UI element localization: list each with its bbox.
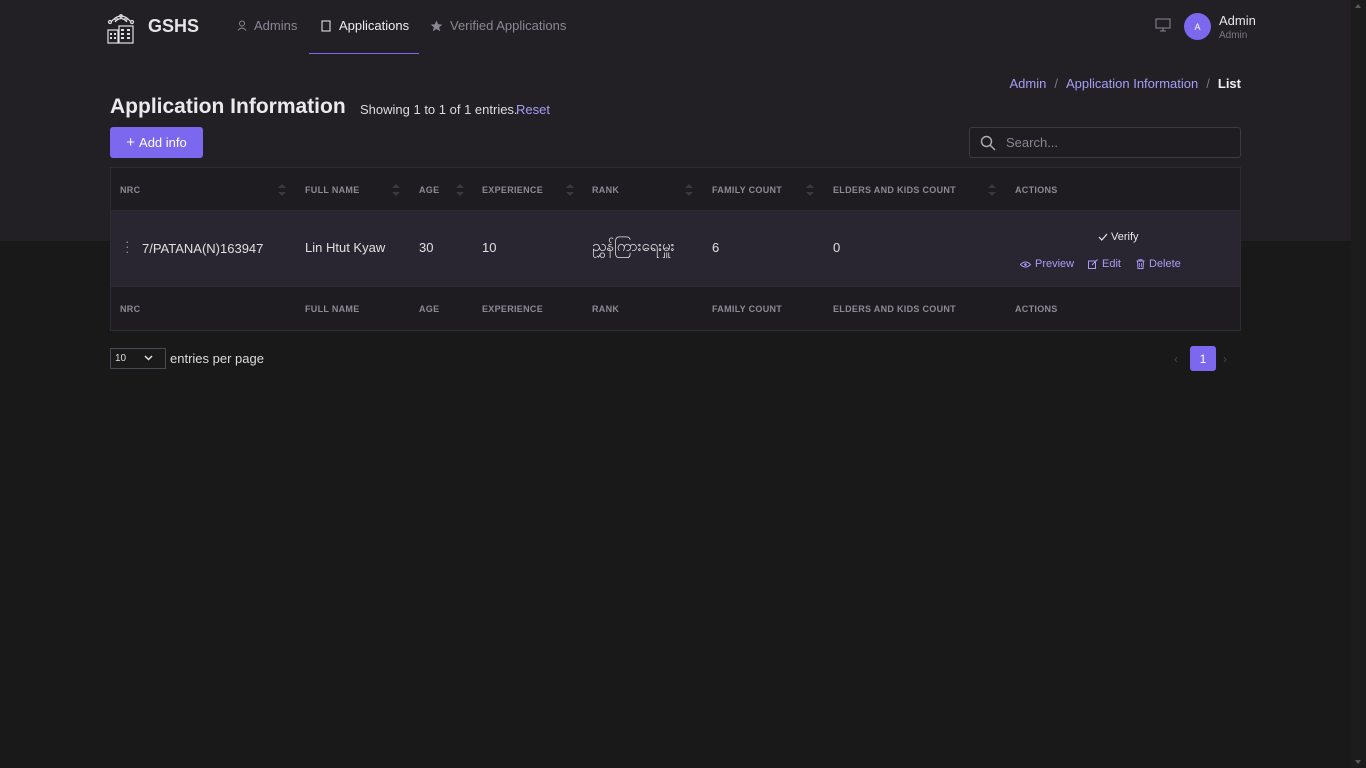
nav-item-label: Applications [339,18,410,33]
scroll-up-icon[interactable] [1355,4,1361,8]
sort-icon[interactable] [392,183,400,197]
per-page-label: entries per page [170,351,264,366]
nav-item-applications[interactable]: Applications [321,18,409,33]
search-icon [980,135,996,150]
footer-header-actions: ACTIONS [1015,304,1058,314]
footer-header-full-name: FULL NAME [305,304,360,314]
monitor-icon[interactable] [1155,18,1171,32]
column-header-rank[interactable]: RANK [592,185,619,195]
cell-experience: 10 [482,240,497,255]
preview-label: Preview [1035,258,1075,270]
check-icon [1098,233,1108,241]
page-title: Application Information [110,95,346,118]
column-header-age[interactable]: AGE [419,185,439,195]
breadcrumb-separator: / [1206,76,1210,91]
user-name[interactable]: Admin [1219,13,1256,28]
sort-icon[interactable] [278,183,286,197]
column-header-experience[interactable]: EXPERIENCE [482,185,543,195]
verify-label: Verify [1111,231,1139,243]
page-button-current[interactable]: 1 [1190,346,1216,371]
table-row[interactable]: · · · 7/PATANA(N)163947 Lin Htut Kyaw 30 1… [111,211,1240,286]
cell-age: 30 [419,240,434,255]
reset-link[interactable]: Reset [516,102,550,117]
sort-icon[interactable] [988,183,996,197]
search-input[interactable] [1006,135,1226,150]
document-icon [321,20,331,31]
breadcrumb-admin[interactable]: Admin [1010,76,1047,91]
column-header-nrc[interactable]: NRC [120,185,140,195]
top-navbar: GSHS Admins Applications Verified Applic… [0,0,1351,54]
cell-rank: ညွှန်ကြားရေးမှူး [592,238,675,255]
cell-family-count: 6 [712,240,720,255]
chevron-down-icon [144,355,153,361]
table-header: NRC FULL NAME AGE EXPERIENCE RANK FAMILY… [111,168,1240,211]
sort-icon[interactable] [806,183,814,197]
edit-icon [1088,259,1098,269]
preview-button[interactable]: Preview [1020,258,1074,270]
cell-full-name: Lin Htut Kyaw [305,240,386,255]
breadcrumb-application-information[interactable]: Application Information [1066,76,1198,91]
user-icon [237,20,247,31]
entries-summary: Showing 1 to 1 of 1 entries. [360,102,518,117]
footer-header-nrc: NRC [120,304,141,314]
plus-icon: + [126,134,136,151]
nav-item-label: Admins [254,18,298,33]
nav-item-verified-applications[interactable]: Verified Applications [430,18,566,33]
breadcrumb-separator: / [1054,76,1058,91]
column-header-full-name[interactable]: FULL NAME [305,185,360,195]
edit-button[interactable]: Edit [1088,258,1121,270]
add-info-button[interactable]: + Add info [110,127,203,158]
footer-header-rank: RANK [592,304,620,314]
nav-item-admins[interactable]: Admins [237,18,297,33]
column-header-family-count[interactable]: FAMILY COUNT [712,185,782,195]
brand-name[interactable]: GSHS [148,16,199,37]
footer-header-age: AGE [419,304,440,314]
search-box[interactable] [969,127,1241,158]
user-role: Admin [1219,30,1248,41]
cell-elders-kids-count: 0 [833,240,841,255]
active-tab-indicator [309,53,419,54]
per-page-select[interactable]: 10 [110,348,166,369]
per-page-value: 10 [115,353,127,364]
eye-icon [1020,261,1031,267]
footer-header-experience: EXPERIENCE [482,304,544,314]
footer-header-family-count: FAMILY COUNT [712,304,783,314]
trash-icon [1136,259,1145,269]
cell-nrc: 7/PATANA(N)163947 [142,241,264,256]
breadcrumb-current: List [1217,76,1241,91]
star-icon [430,20,443,31]
column-header-elders-kids-count[interactable]: ELDERS AND KIDS COUNT [833,185,956,195]
applications-table: NRC FULL NAME AGE EXPERIENCE RANK FAMILY… [110,167,1241,331]
sort-icon[interactable] [456,183,464,197]
chevron-left-icon[interactable]: ‹ [1174,352,1178,366]
avatar[interactable]: A [1184,13,1211,40]
column-header-actions: ACTIONS [1015,185,1058,195]
sort-icon[interactable] [685,183,693,197]
nav-item-label: Verified Applications [450,18,567,33]
add-info-label: Add info [139,135,187,150]
delete-button[interactable]: Delete [1136,258,1181,270]
footer-header-elders-kids-count: ELDERS AND KIDS COUNT [833,304,956,314]
breadcrumb: Admin / Application Information / List [1010,76,1241,91]
edit-label: Edit [1102,258,1121,270]
sort-icon[interactable] [566,183,574,197]
delete-label: Delete [1149,258,1181,270]
verify-button[interactable]: Verify [1098,231,1139,243]
row-menu-icon[interactable]: · · · [125,234,130,258]
scroll-down-icon[interactable] [1355,760,1361,764]
table-footer: NRC FULL NAME AGE EXPERIENCE RANK FAMILY… [111,286,1240,329]
page-scrollbar[interactable] [1351,0,1366,768]
logo-icon [107,14,135,44]
chevron-right-icon[interactable]: › [1223,352,1227,366]
